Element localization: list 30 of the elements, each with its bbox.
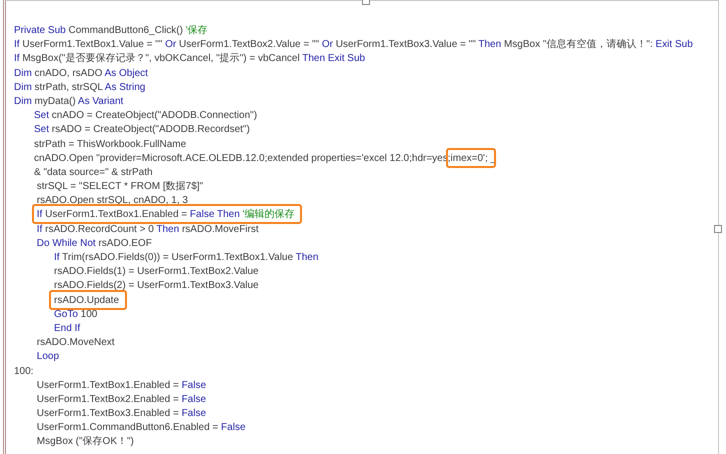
code-line: Dim myData() As Variant — [14, 94, 124, 109]
code-line: If UserForm1.TextBox1.Value = "" Or UserForm1.TextBox2.Value = "" Or UserForm1.TextBox3.Value = "" Then MsgBox "信息有空值，请确认！": Exit Sub — [14, 38, 693, 52]
code-line: UserForm1.TextBox1.Enabled = False — [36, 378, 206, 393]
code-line: 100: — [14, 364, 34, 378]
code-line: strPath = ThisWorkbook.FullName — [33, 138, 186, 152]
code-line: rsADO.Open strSQL, cnADO, 1, 3 — [36, 194, 188, 208]
resize-handle[interactable] — [714, 225, 722, 233]
code-line: rsADO.Fields(2) = UserForm1.TextBox3.Value — [53, 279, 259, 294]
code-line: rsADO.MoveNext — [36, 336, 115, 350]
code-line: End If — [53, 322, 80, 336]
code-line: UserForm1.TextBox3.Enabled = False — [36, 407, 206, 422]
code-line: strSQL = "SELECT * FROM [数据7$]" — [36, 180, 204, 194]
code-line: Dim cnADO, rsADO As Object — [14, 66, 148, 81]
code-line: UserForm1.CommandButton6.Enabled = False — [36, 421, 246, 436]
code-line: Loop — [36, 350, 60, 364]
code-line: Dim strPath, strSQL As String — [14, 80, 146, 95]
code-line: & "data source=" & strPath — [33, 166, 153, 180]
code-line: If UserForm1.TextBox1.Enabled = False Then '编辑的保存 — [36, 208, 294, 222]
code-line: rsADO.Update — [53, 294, 120, 308]
code-line: If Trim(rsADO.Fields(0)) = UserForm1.TextBox1.Value Then — [53, 251, 318, 265]
code-line: Do While Not rsADO.EOF — [36, 236, 152, 251]
code-line: Set cnADO = CreateObject("ADODB.Connection") — [33, 109, 258, 124]
code-line: If rsADO.RecordCount > 0 Then rsADO.MoveFirst — [36, 222, 259, 237]
code-line: rsADO.Fields(1) = UserForm1.TextBox2.Value — [53, 265, 259, 280]
code-line: GoTo 100 — [53, 308, 98, 322]
code-line: UserForm1.TextBox2.Enabled = False — [36, 392, 206, 407]
code-line: If MsgBox("是否要保存记录？", vbOKCancel, "提示") = vbCancel Then Exit Sub — [14, 52, 366, 66]
code-line: MsgBox ("保存OK！") — [36, 435, 134, 450]
code-line: Private Sub CommandButton6_Click() '保存 — [14, 24, 208, 38]
code-line: Set rsADO = CreateObject("ADODB.Recordset") — [33, 123, 250, 138]
